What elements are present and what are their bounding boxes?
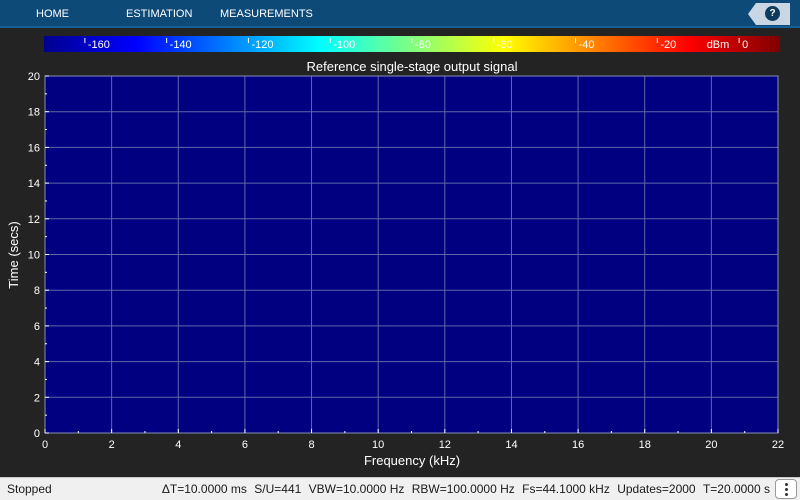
colorbar-tick-label: -60 (497, 39, 513, 51)
status-readouts: ΔT=10.0000 ms S/U=441 VBW=10.0000 Hz RBW… (158, 482, 770, 496)
y-tick-label: 20 (28, 71, 40, 83)
spectrogram-panel: -160 -140 -120 -100 -80 -60 -40 -20 0 dBm Refere… (0, 30, 800, 477)
x-tick-label: 14 (505, 439, 517, 451)
x-tick-label: 12 (439, 439, 451, 451)
colorbar-tick-label: -140 (170, 39, 192, 51)
status-updates: Updates=2000 (617, 482, 696, 496)
toolstrip: HOME ESTIMATION MEASUREMENTS ? (0, 0, 800, 28)
colorbar-tick-label: -20 (660, 39, 676, 51)
colorbar-tick-label: -40 (579, 39, 595, 51)
status-vbw: VBW=10.0000 Hz (308, 482, 405, 496)
spectrogram-svg: -160 -140 -120 -100 -80 -60 -40 -20 0 dBm Refere… (6, 36, 784, 468)
tab-measurements[interactable]: MEASUREMENTS (220, 0, 313, 28)
x-axis-label: Frequency (kHz) (364, 453, 460, 468)
x-tick-label: 8 (308, 439, 314, 451)
colorbar-tick-label: -160 (88, 39, 110, 51)
tab-home[interactable]: HOME (36, 0, 69, 28)
y-tick-label: 14 (28, 178, 40, 190)
x-tick-label: 22 (772, 439, 784, 451)
x-tick-label: 20 (705, 439, 717, 451)
menu-dot-icon (785, 488, 788, 491)
y-tick-label: 2 (34, 392, 40, 404)
status-samples-per-update: S/U=441 (254, 482, 302, 496)
y-tick-label: 0 (34, 428, 40, 440)
status-state: Stopped (7, 482, 52, 496)
y-tick-label: 12 (28, 214, 40, 226)
status-delta-t: ΔT=10.0000 ms (161, 482, 247, 496)
x-tick-label: 2 (109, 439, 115, 451)
status-time: T=20.0000 s (702, 482, 770, 496)
x-tick-label: 6 (242, 439, 248, 451)
help-button[interactable]: ? (748, 3, 790, 25)
x-tick-label: 0 (42, 439, 48, 451)
y-tick-label: 10 (28, 250, 40, 262)
menu-dot-icon (785, 493, 788, 496)
colorbar-tick-label: -80 (415, 39, 431, 51)
x-tick-label: 18 (639, 439, 651, 451)
x-tick-label: 4 (175, 439, 181, 451)
y-tick-label: 8 (34, 285, 40, 297)
colorbar-tick-label: 0 (742, 39, 748, 51)
y-tick-label: 4 (34, 357, 40, 369)
status-fs: Fs=44.1000 kHz (522, 482, 610, 496)
y-tick-label: 6 (34, 321, 40, 333)
status-bar: Stopped ΔT=10.0000 ms S/U=441 VBW=10.000… (0, 477, 800, 500)
colorbar-tick-label: -120 (251, 39, 273, 51)
status-rbw: RBW=100.0000 Hz (411, 482, 515, 496)
colorbar-tick-label: -100 (333, 39, 355, 51)
y-tick-label: 18 (28, 107, 40, 119)
y-tick-label: 16 (28, 142, 40, 154)
x-tick-label: 16 (572, 439, 584, 451)
chart-title: Reference single-stage output signal (306, 59, 517, 74)
help-icon: ? (765, 6, 780, 21)
spectrum-analyzer-window: HOME ESTIMATION MEASUREMENTS ? -160 -140-… (0, 0, 800, 500)
tab-estimation[interactable]: ESTIMATION (126, 0, 192, 28)
y-axis-label: Time (secs) (6, 221, 21, 288)
menu-dot-icon (785, 483, 788, 486)
status-menu-button[interactable] (775, 479, 797, 499)
x-tick-label: 10 (372, 439, 384, 451)
colorbar-unit-label: dBm (707, 39, 730, 51)
